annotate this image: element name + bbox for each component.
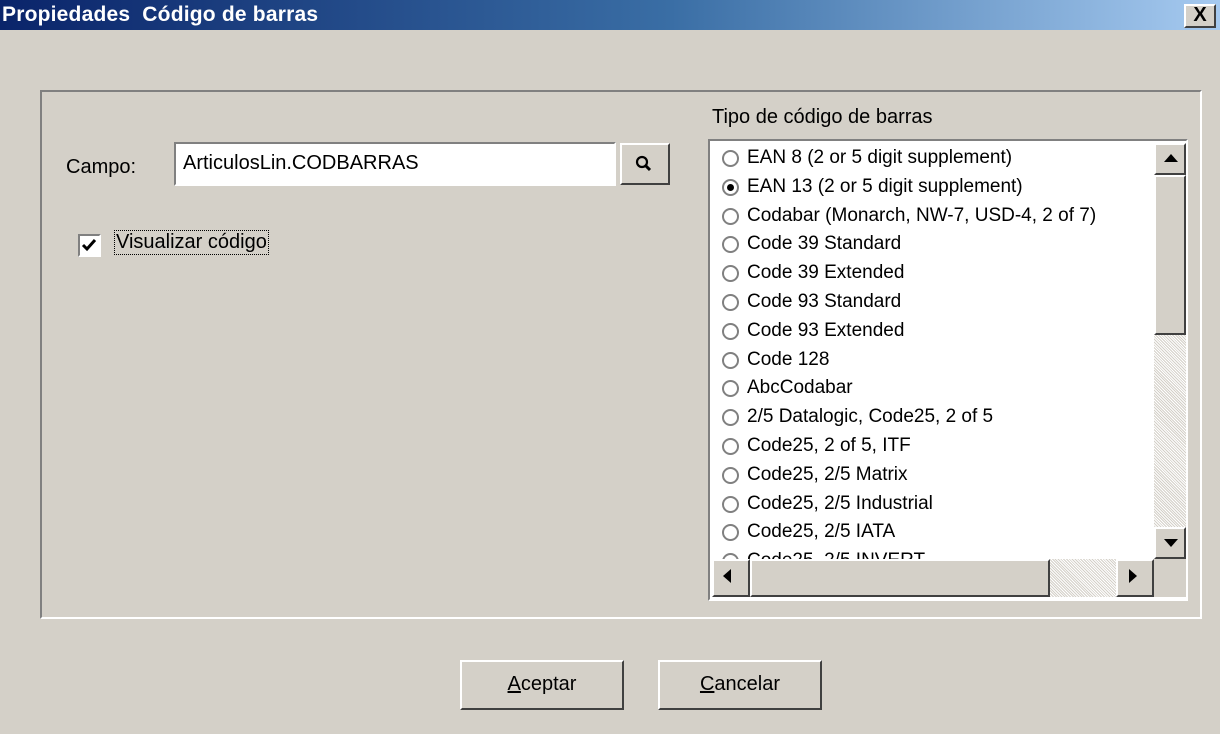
radio-button[interactable] — [722, 236, 739, 254]
barcode-type-label: EAN 8 (2 or 5 digit supplement) — [747, 147, 1013, 168]
barcode-type-label: 2/5 Datalogic, Code25, 2 of 5 — [747, 406, 994, 428]
radio-button[interactable] — [722, 207, 739, 225]
visualizar-label[interactable]: Visualizar código — [114, 230, 269, 255]
radio-button[interactable] — [722, 380, 739, 398]
lookup-button[interactable] — [620, 143, 670, 185]
scroll-left-button[interactable] — [712, 559, 750, 597]
aceptar-label: ceptar — [520, 673, 577, 695]
barcode-type-label: Code25, 2/5 IATA — [747, 521, 896, 543]
radio-button[interactable] — [722, 322, 739, 340]
barcode-type-label: Code 39 Extended — [747, 262, 905, 284]
close-icon: X — [1193, 4, 1207, 26]
radio-button[interactable] — [722, 409, 739, 427]
magnifier-icon — [635, 155, 652, 172]
cancelar-mnemonic: C — [699, 673, 715, 695]
window-title: Propiedades Código de barras — [2, 3, 319, 26]
barcode-type-item[interactable]: Codabar (Monarch, NW-7, USD-4, 2 of 7) — [718, 205, 1154, 234]
barcode-type-item[interactable]: Code 128 — [718, 349, 1154, 378]
campo-label: Campo: — [66, 156, 137, 178]
cancelar-button[interactable]: Cancelar — [658, 660, 822, 710]
horizontal-scrollbar[interactable] — [712, 559, 1154, 597]
close-button[interactable]: X — [1184, 4, 1216, 28]
barcode-type-label: Code25, 2/5 INVERT — [747, 550, 925, 559]
horizontal-scroll-thumb[interactable] — [750, 559, 1050, 597]
barcode-type-title: Tipo de código de barras — [712, 106, 933, 128]
barcode-type-label: EAN 13 (2 or 5 digit supplement) — [747, 175, 1023, 197]
scroll-down-button[interactable] — [1154, 527, 1186, 559]
barcode-type-label: Code25, 2/5 Matrix — [747, 463, 908, 485]
barcode-type-item[interactable]: AbcCodabar — [718, 377, 1154, 406]
checkmark-icon — [81, 239, 97, 252]
barcode-type-label: Code 93 Standard — [747, 291, 902, 312]
radio-button[interactable] — [722, 294, 739, 311]
barcode-type-label: Codabar (Monarch, NW-7, USD-4, 2 of 7) — [747, 204, 1097, 226]
title-bar[interactable]: Propiedades Código de barras X — [0, 0, 1220, 30]
barcode-type-item[interactable]: Code 93 Extended — [718, 320, 1154, 349]
radio-button[interactable] — [722, 466, 739, 484]
campo-field[interactable]: ArticulosLin.CODBARRAS — [174, 142, 616, 186]
barcode-type-item[interactable]: Code 39 Standard — [718, 233, 1154, 262]
radio-button[interactable] — [722, 150, 739, 167]
radio-button[interactable] — [722, 495, 739, 513]
visualizar-checkbox[interactable] — [78, 234, 101, 257]
barcode-type-label: AbcCodabar — [747, 377, 853, 399]
barcode-type-item[interactable]: 2/5 Datalogic, Code25, 2 of 5 — [718, 406, 1154, 435]
barcode-type-item[interactable]: Code25, 2/5 Matrix — [718, 464, 1154, 493]
vertical-scroll-thumb[interactable] — [1154, 175, 1186, 335]
barcode-type-item[interactable]: Code25, 2 of 5, ITF — [718, 435, 1154, 464]
radio-button[interactable] — [722, 178, 739, 196]
barcode-type-label: Code 93 Extended — [747, 319, 905, 341]
barcode-type-item[interactable]: Code25, 2/5 Industrial — [718, 493, 1154, 522]
scroll-right-button[interactable] — [1116, 559, 1154, 597]
barcode-type-item[interactable]: Code25, 2/5 INVERT — [718, 550, 1154, 559]
barcode-type-label: Code25, 2/5 Industrial — [747, 492, 933, 514]
barcode-type-label: Code25, 2 of 5, ITF — [747, 435, 911, 456]
barcode-type-label: Code 128 — [747, 348, 830, 370]
aceptar-button[interactable]: Aceptar — [460, 660, 624, 710]
radio-button[interactable] — [722, 351, 739, 369]
radio-button[interactable] — [722, 438, 739, 455]
vertical-scrollbar[interactable] — [1154, 143, 1186, 559]
radio-button[interactable] — [722, 265, 739, 283]
radio-button[interactable] — [722, 524, 739, 542]
barcode-type-item[interactable]: Code 93 Standard — [718, 291, 1154, 320]
barcode-type-item[interactable]: EAN 8 (2 or 5 digit supplement) — [718, 147, 1154, 176]
barcode-type-listbox[interactable]: EAN 8 (2 or 5 digit supplement) EAN 13 (2… — [708, 139, 1188, 601]
aceptar-mnemonic: A — [507, 673, 521, 695]
cancelar-label: ancelar — [714, 673, 781, 695]
barcode-type-item[interactable]: Code 39 Extended — [718, 262, 1154, 291]
barcode-list-viewport: EAN 8 (2 or 5 digit supplement) EAN 13 (2… — [712, 143, 1154, 559]
barcode-type-item[interactable]: EAN 13 (2 or 5 digit supplement) — [718, 176, 1154, 205]
scroll-up-button[interactable] — [1154, 143, 1186, 175]
barcode-type-label: Code 39 Standard — [747, 233, 902, 255]
barcode-type-item[interactable]: Code25, 2/5 IATA — [718, 521, 1154, 550]
scrollbar-corner — [1154, 559, 1186, 597]
